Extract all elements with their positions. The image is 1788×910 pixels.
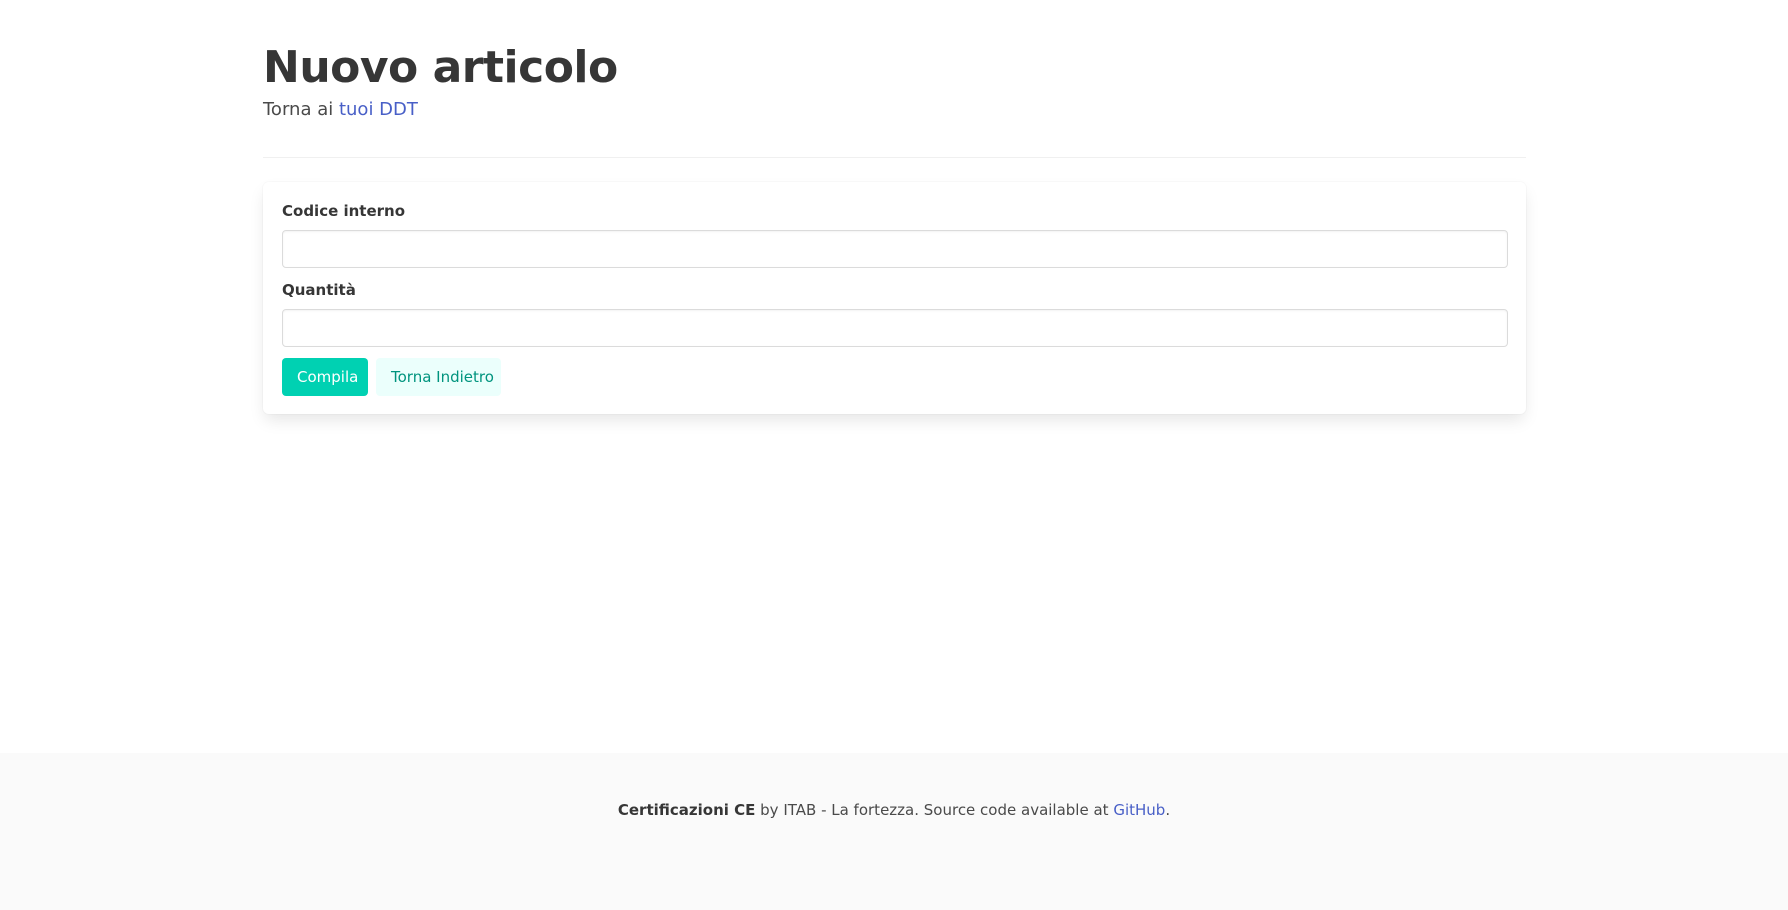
ddt-link[interactable]: tuoi DDT [339,99,418,120]
footer: Certificazioni CE by ITAB - La fortezza.… [0,753,1788,910]
divider [263,157,1526,158]
github-link[interactable]: GitHub [1113,801,1165,819]
codice-interno-input[interactable] [282,230,1508,268]
quantita-label: Quantità [282,281,356,299]
page: Nuovo articolo Torna ai tuoi DDT Codice … [0,0,1788,910]
footer-end-text: . [1165,801,1171,819]
footer-brand: Certificazioni CE [617,801,756,819]
article-form-card: Codice interno Quantità Compila Torna In… [263,182,1526,414]
compila-button[interactable]: Compila [282,358,368,396]
quantita-input[interactable] [282,309,1508,347]
torna-indietro-button[interactable]: Torna Indietro [376,358,501,396]
codice-interno-label: Codice interno [282,202,406,220]
page-title: Nuovo articolo [263,42,618,93]
subtitle-prefix: Torna ai [263,99,334,120]
footer-text: Certificazioni CE by ITAB - La fortezza.… [0,799,1788,821]
page-subtitle: Torna ai tuoi DDT [263,98,418,122]
footer-middle-text: by ITAB - La fortezza. Source code avail… [760,801,1109,819]
